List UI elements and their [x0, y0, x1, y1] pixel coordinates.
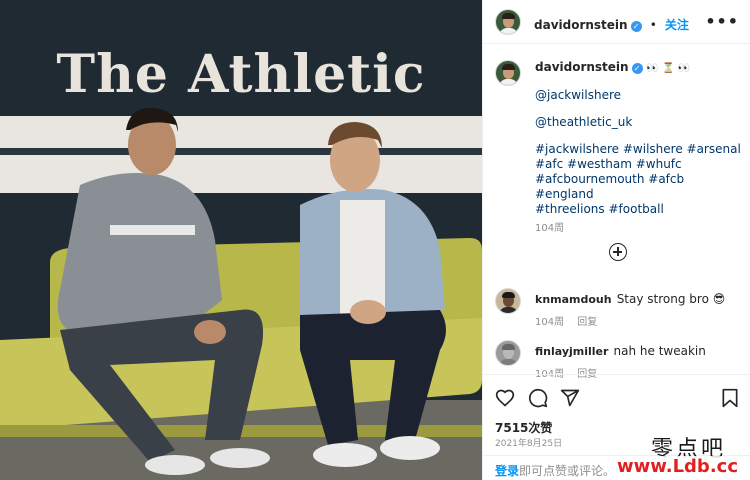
likes-count[interactable]: 7515次赞: [495, 419, 552, 436]
watermark-url: www.Ldb.cc: [615, 456, 740, 477]
comment-text: nah he tweakin: [613, 344, 706, 358]
hashtags[interactable]: #jackwilshere #wilshere #arsenal #afc #w…: [535, 142, 745, 217]
comment-time[interactable]: 104周: [535, 317, 564, 328]
caption-avatar[interactable]: [495, 60, 521, 86]
login-prompt-text: 即可点赞或评论。: [519, 464, 616, 478]
load-more-comments-icon[interactable]: [609, 243, 627, 261]
hashtags-line-2[interactable]: #afc #westham #whufc: [535, 157, 745, 172]
author-avatar[interactable]: [495, 9, 521, 35]
post-header: davidornstein ✓ • 关注 •••: [483, 0, 750, 44]
comment-avatar[interactable]: [495, 288, 521, 314]
verified-icon: ✓: [630, 21, 642, 32]
more-options-icon[interactable]: •••: [705, 12, 739, 31]
comment-avatar[interactable]: [495, 340, 521, 366]
reply-button[interactable]: 回复: [577, 317, 597, 328]
verified-icon: ✓: [631, 63, 643, 74]
login-link[interactable]: 登录: [495, 464, 519, 478]
header-username[interactable]: davidornstein: [534, 18, 628, 32]
follow-button[interactable]: 关注: [665, 18, 689, 32]
post-photo[interactable]: The Athletic: [0, 0, 482, 480]
comment-text: Stay strong bro 😎: [616, 292, 726, 306]
comment-username[interactable]: knmamdouh: [535, 293, 612, 306]
save-bookmark-icon[interactable]: [721, 388, 739, 408]
caption-emojis: 👀 ⏳ 👀: [646, 63, 691, 74]
share-icon[interactable]: [560, 388, 580, 408]
hashtags-line-4[interactable]: #threelions #football: [535, 202, 745, 217]
comment-item: knmamdouh Stay strong bro 😎 104周 回复: [535, 288, 745, 328]
header-user: davidornstein ✓ • 关注: [534, 14, 689, 33]
like-heart-icon[interactable]: [495, 388, 515, 408]
athletic-sign: The Athletic: [56, 44, 426, 105]
hashtags-line-1[interactable]: #jackwilshere #wilshere #arsenal: [535, 142, 745, 157]
comment-icon[interactable]: [528, 388, 548, 408]
mention-jackwilshere[interactable]: @jackwilshere: [535, 88, 745, 103]
caption-time[interactable]: 104周: [535, 221, 745, 236]
hashtags-line-3[interactable]: #afcbournemouth #afcb #england: [535, 172, 745, 202]
post-side-panel: davidornstein ✓ • 关注 ••• davidornstein ✓ 👀…: [482, 0, 750, 480]
post-caption: davidornstein ✓ 👀 ⏳ 👀 @jackwilshere @thea…: [535, 60, 745, 236]
comment-username[interactable]: finlayjmiller: [535, 345, 608, 358]
caption-username[interactable]: davidornstein: [535, 60, 629, 74]
post-date[interactable]: 2021年8月25日: [495, 436, 562, 449]
mention-theathletic[interactable]: @theathletic_uk: [535, 115, 745, 130]
dot-separator: •: [649, 18, 657, 32]
